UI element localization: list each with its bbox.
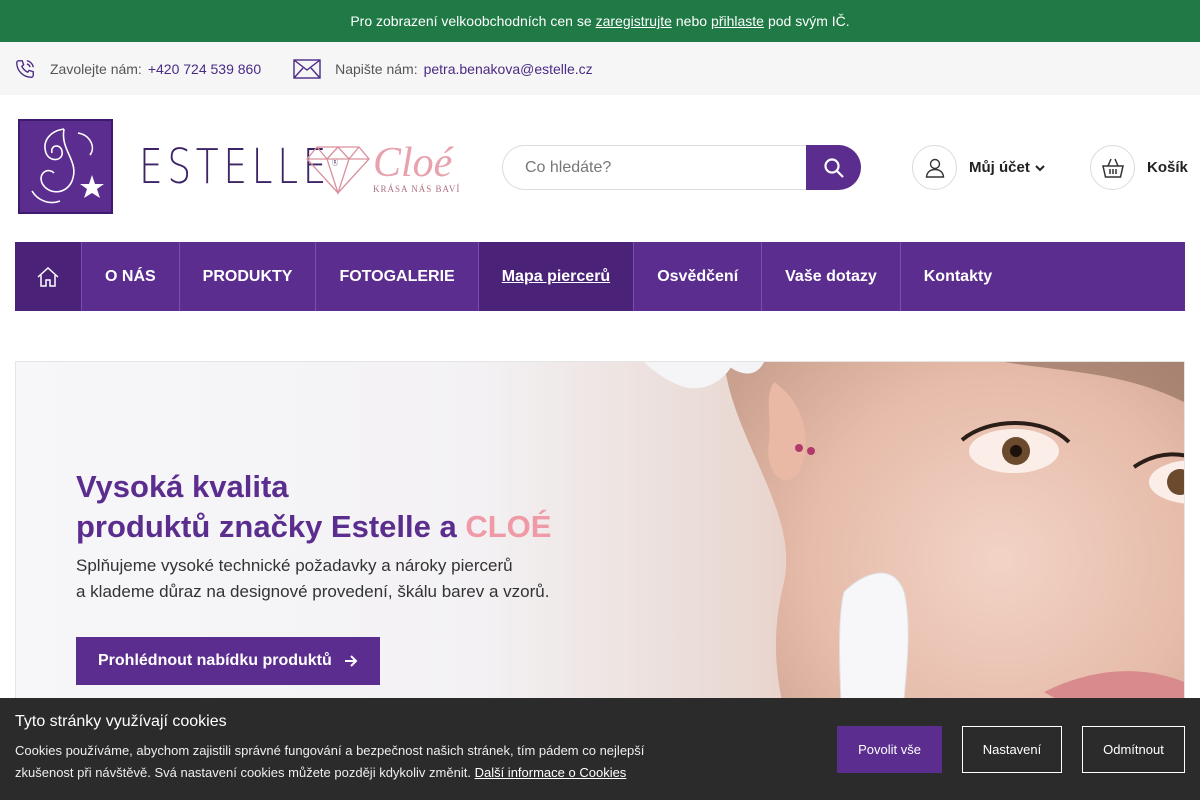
phone-label: Zavolejte nám: xyxy=(50,60,142,77)
hero-desc-line1: Splňujeme vysoké technické požadavky a n… xyxy=(76,556,513,575)
search-button[interactable] xyxy=(806,145,861,190)
nav-item-o-nas[interactable]: O NÁS xyxy=(82,242,180,311)
swirl-star-icon xyxy=(31,128,104,204)
phone-contact: Zavolejte nám: +420 724 539 860 xyxy=(14,58,261,80)
cloe-text: Cloé KRÁSA NÁS BAVÍ xyxy=(373,140,461,194)
cookie-settings-button[interactable]: Nastavení xyxy=(962,726,1062,773)
contact-bar: Zavolejte nám: +420 724 539 860 Napište … xyxy=(0,42,1200,95)
cookie-banner: Tyto stránky využívají cookies Cookies p… xyxy=(0,698,1200,800)
phone-number-link[interactable]: +420 724 539 860 xyxy=(148,61,261,77)
basket-icon xyxy=(1101,158,1124,178)
nav-item-vase-dotazy[interactable]: Vaše dotazy xyxy=(762,242,901,311)
browse-products-label: Prohlédnout nabídku produktů xyxy=(98,652,332,669)
hero-title-line2: produktů značky Estelle a xyxy=(76,509,457,544)
email-label: Napište nám: xyxy=(335,60,418,77)
diamond-icon xyxy=(306,146,370,195)
search-input[interactable] xyxy=(502,145,806,190)
cart-label: Košík xyxy=(1147,159,1188,176)
hero-title: Vysoká kvalita produktů značky Estelle a… xyxy=(76,467,551,547)
cookie-title: Tyto stránky využívají cookies xyxy=(15,713,227,730)
cookie-text: Cookies používáme, abychom zajistili spr… xyxy=(15,740,675,784)
browse-products-button[interactable]: Prohlédnout nabídku produktů xyxy=(76,637,380,685)
email-contact: Napište nám: petra.benakova@estelle.cz xyxy=(293,58,593,79)
notice-text-middle: nebo xyxy=(675,13,708,29)
cloe-tagline: KRÁSA NÁS BAVÍ xyxy=(373,184,461,194)
email-address-link[interactable]: petra.benakova@estelle.cz xyxy=(424,61,593,77)
cart-link[interactable]: Košík xyxy=(1090,145,1188,190)
register-link[interactable]: zaregistrujte xyxy=(596,13,672,29)
cookie-reject-button[interactable]: Odmítnout xyxy=(1082,726,1185,773)
wholesale-notice-bar: Pro zobrazení velkoobchodních cen se zar… xyxy=(0,0,1200,42)
estelle-logo-mark xyxy=(18,119,113,214)
nav-item-produkty[interactable]: PRODUKTY xyxy=(180,242,317,311)
cookie-more-info-link[interactable]: Další informace o Cookies xyxy=(475,765,627,780)
chevron-down-icon xyxy=(1035,164,1045,171)
nav-home[interactable] xyxy=(15,242,82,311)
login-link[interactable]: přihlaste xyxy=(711,13,764,29)
user-icon xyxy=(925,158,944,178)
notice-text-after: pod svým IČ. xyxy=(767,13,850,29)
main-navigation: O NÁS PRODUKTY FOTOGALERIE Mapa piercerů… xyxy=(15,242,1185,311)
envelope-icon xyxy=(293,58,321,79)
nav-item-mapa-piercer[interactable]: Mapa piercerů xyxy=(478,242,635,311)
cookie-accept-all-button[interactable]: Povolit vše xyxy=(837,726,942,773)
hero-content: Vysoká kvalita produktů značky Estelle a… xyxy=(76,467,551,685)
hero-desc-line2: a klademe důraz na designové provedení, … xyxy=(76,582,550,601)
phone-icon xyxy=(16,59,34,78)
notice-text-before: Pro zobrazení velkoobchodních cen se xyxy=(350,13,592,29)
nav-item-kontakty[interactable]: Kontakty xyxy=(901,242,1015,311)
account-menu[interactable]: Můj účet xyxy=(912,145,1046,190)
hero-title-brand: CLOÉ xyxy=(465,509,552,544)
account-label: Můj účet xyxy=(969,159,1030,176)
hero-description: Splňujeme vysoké technické požadavky a n… xyxy=(76,553,551,605)
home-icon xyxy=(37,266,59,287)
cloe-logo[interactable]: Cloé KRÁSA NÁS BAVÍ xyxy=(305,140,461,195)
search-icon xyxy=(823,157,844,178)
search-form xyxy=(502,145,861,190)
nav-item-fotogalerie[interactable]: FOTOGALERIE xyxy=(316,242,479,311)
cart-icon-circle xyxy=(1090,145,1135,190)
site-header: ESTELLE® Cloé KRÁSA NÁS BAVÍ Co hledáte?… xyxy=(0,95,1200,242)
cloe-title: Cloé xyxy=(373,140,453,186)
hero-title-line1: Vysoká kvalita xyxy=(76,469,289,504)
nav-item-osvedceni[interactable]: Osvědčení xyxy=(634,242,763,311)
arrow-right-icon xyxy=(344,655,358,667)
account-icon-circle xyxy=(912,145,957,190)
